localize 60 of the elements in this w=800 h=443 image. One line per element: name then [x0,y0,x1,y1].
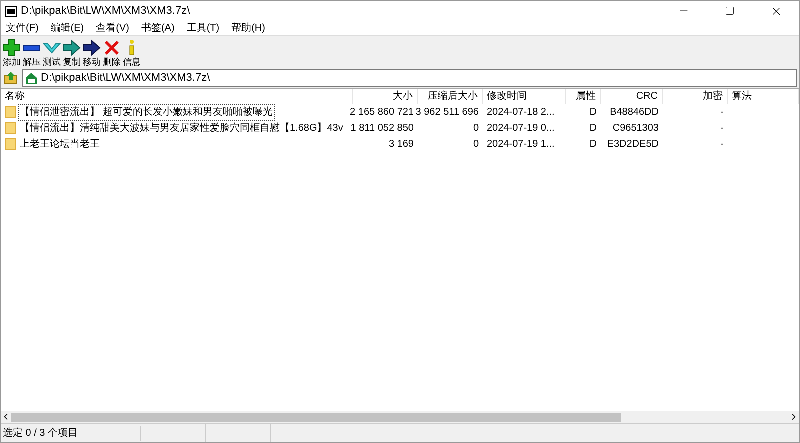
table-cell-text: 1 811 052 850 [350,122,414,136]
scrollbar-thumb[interactable] [11,412,621,422]
menu-item[interactable]: 帮助(H) [232,20,266,36]
minus-icon [23,44,41,52]
toolbar-button[interactable]: 测试 [43,39,61,68]
table-cell-text: 2024-07-19 1... [487,138,555,152]
table-cell-text: 2 165 860 721 [350,106,414,120]
table-cell-text: - [720,138,724,152]
table-cell-text: - [720,122,724,136]
menu-item[interactable]: 书签(A) [141,20,175,36]
table-cell-text: C9651303 [612,122,659,136]
table-cell-text: 0 [473,122,479,136]
plus-icon [3,39,21,57]
maximize-icon[interactable] [725,6,735,16]
file-name[interactable]: 上老王论坛当老王 [18,136,102,152]
window-title: D:\pikpak\Bit\LW\XM\XM3\XM3.7z\ [21,4,190,19]
table-cell-text: 3 962 511 696 [416,106,479,120]
arrow-right-icon [83,39,101,57]
table-cell-text: 2024-07-18 2... [487,106,555,120]
menu-item[interactable]: 工具(T) [186,20,220,36]
column-header[interactable]: 算法 [728,89,799,104]
table-cell-text: 2024-07-19 0... [487,122,555,136]
table-cell-text: B48846DD [610,106,659,120]
toolbar-button[interactable]: 添加 [3,39,21,68]
file-name[interactable]: 【情侣泄密流出】 超可爱的长发小嫩妹和男友啪啪被曝光 [18,104,275,120]
column-header[interactable]: 加密 [663,89,728,104]
folder-icon [5,138,16,150]
toolbar-button[interactable]: 移动 [83,39,101,68]
folder-icon [5,122,16,134]
toolbar-button[interactable]: 信息 [123,39,141,68]
menu-item[interactable]: 编辑(E) [50,20,84,36]
folder-icon [5,106,16,118]
column-header[interactable]: 压缩后大小 [418,89,483,104]
table-cell-text: 3 169 [388,138,414,152]
column-header[interactable]: 属性 [566,89,601,104]
column-header[interactable]: 大小 [353,89,418,104]
horizontal-scrollbar[interactable] [1,411,799,423]
arrow-right-icon [63,39,81,57]
table-cell-text: E3D2DE5D [607,138,659,152]
file-name[interactable]: 【情侣流出】清纯甜美大波妹与男友居家性爱脸穴同框自慰【1.68G】43v [18,120,346,136]
table-cell-text: - [720,106,724,120]
toolbar-button[interactable]: 复制 [63,39,81,68]
table-cell-text: 0 [473,138,479,152]
column-header[interactable]: CRC [601,89,663,104]
toolbar-button[interactable]: 删除 [103,39,121,68]
close-icon [103,39,121,57]
folder-up-icon[interactable] [4,71,18,85]
table-cell-text: D [590,122,597,136]
menu-item[interactable]: 文件(F) [6,20,39,36]
info-icon [129,39,135,57]
toolbar-button[interactable]: 解压 [23,39,41,68]
column-header[interactable]: 名称 [1,89,353,104]
archive-icon [25,72,38,84]
table-cell-text: D [590,106,597,120]
status-text: 选定 0 / 3 个项目 [1,426,141,440]
column-header[interactable]: 修改时间 [483,89,566,104]
address-field[interactable]: D:\pikpak\Bit\LW\XM\XM3\XM3.7z\ [22,69,797,87]
menu-item[interactable]: 查看(V) [96,20,130,36]
table-cell-text: D [590,138,597,152]
app-icon [5,6,17,16]
